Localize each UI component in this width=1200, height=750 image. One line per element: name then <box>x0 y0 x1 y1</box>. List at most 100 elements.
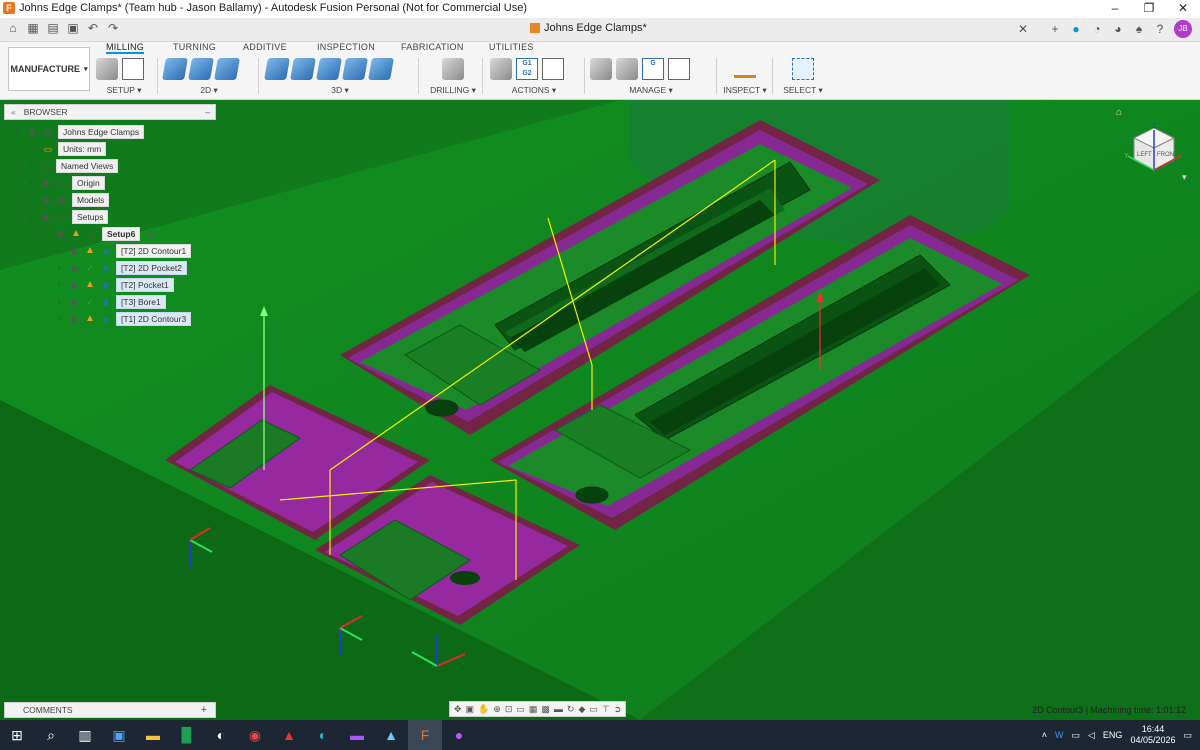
language-indicator[interactable]: ENG <box>1103 730 1123 740</box>
steep-shallow-icon[interactable] <box>316 58 342 80</box>
nc-program-icon[interactable] <box>122 58 144 80</box>
collapse-panel-icon[interactable]: « <box>11 107 16 117</box>
store-icon[interactable]: ▣ <box>102 720 136 750</box>
undo-icon[interactable]: ↶ <box>86 21 100 35</box>
tab-fabrication[interactable]: FABRICATION <box>401 42 464 52</box>
face-icon[interactable] <box>214 58 240 80</box>
contour-icon[interactable] <box>368 58 394 80</box>
eye-icon[interactable]: ◉ <box>68 262 80 274</box>
3d-viewport[interactable] <box>0 100 1200 720</box>
active-setup-icon[interactable]: ⊙ <box>144 228 156 240</box>
2d-pocket-icon[interactable] <box>188 58 214 80</box>
comments-panel[interactable]: COMMENTS + <box>4 702 216 718</box>
chevron-right-icon[interactable]: › <box>54 280 64 289</box>
tab-inspection[interactable]: INSPECTION <box>317 42 375 52</box>
tree-item-named-views[interactable]: › ▭ Named Views <box>26 158 119 173</box>
template-library-icon[interactable] <box>668 58 690 80</box>
tree-item-root[interactable]: ⌄ ◉ ▤ Johns Edge Clamps <box>12 124 145 139</box>
fusion-taskbar-icon[interactable]: F <box>408 720 442 750</box>
grid-icon[interactable]: ▦ <box>529 704 538 715</box>
acrobat-icon[interactable]: ▲ <box>272 720 306 750</box>
eye-icon[interactable]: ◉ <box>26 126 38 138</box>
new-tab-icon[interactable]: + <box>1048 22 1062 36</box>
filter-icon[interactable]: ⊤ <box>602 704 610 715</box>
tool-library-icon[interactable] <box>590 58 612 80</box>
workspace-switcher[interactable]: MANUFACTURE ▾ <box>8 47 90 91</box>
search-icon[interactable]: ⌕ <box>34 720 68 750</box>
tree-item-models[interactable]: › ◉ ▦ Models <box>26 192 110 207</box>
network-icon[interactable]: ▭ <box>1071 730 1080 741</box>
setup-sheet-icon[interactable] <box>542 58 564 80</box>
minimize-panel-icon[interactable]: – <box>205 107 210 117</box>
windows-start-icon[interactable]: ⊞ <box>0 720 34 750</box>
eye-icon[interactable]: ◉ <box>54 228 66 240</box>
scallop-icon[interactable] <box>342 58 368 80</box>
help-icon[interactable]: ? <box>1153 22 1167 36</box>
clock[interactable]: 16:44 04/05/2026 <box>1130 724 1175 746</box>
notifications-icon[interactable]: ▭ <box>1183 730 1192 741</box>
close-button[interactable]: ✕ <box>1166 0 1200 16</box>
simulate-icon[interactable] <box>490 58 512 80</box>
eye-icon[interactable]: ◉ <box>40 194 52 206</box>
paint-icon[interactable]: ● <box>442 720 476 750</box>
toolpath-display-icon[interactable]: ▭ <box>589 704 598 715</box>
look-at-icon[interactable]: ▣ <box>466 704 475 715</box>
excel-icon[interactable]: ▉ <box>170 720 204 750</box>
tab-turning[interactable]: TURNING <box>173 42 216 52</box>
tree-item-setups[interactable]: ⌄ ◉ ▭ Setups <box>26 209 109 224</box>
maximize-button[interactable]: ❐ <box>1132 0 1166 16</box>
2d-adaptive-icon[interactable] <box>162 58 188 80</box>
chevron-down-icon[interactable]: ⌄ <box>40 229 50 238</box>
chevron-down-icon[interactable]: ⌄ <box>26 212 36 221</box>
chevron-right-icon[interactable]: › <box>54 246 64 255</box>
tree-item-operation[interactable]: › ◉ ✓ ◈ [T2] 2D Pocket2 <box>54 260 187 275</box>
document-tab[interactable]: Johns Edge Clamps* <box>530 22 647 34</box>
chevron-right-icon[interactable]: › <box>26 178 36 187</box>
model-display-icon[interactable]: ◆ <box>578 704 585 715</box>
home-icon[interactable]: ⌂ <box>6 21 20 35</box>
add-comment-icon[interactable]: + <box>201 704 207 716</box>
orbit-icon[interactable]: ✥ <box>454 704 462 715</box>
chrome-icon[interactable]: ◉ <box>238 720 272 750</box>
chevron-right-icon[interactable]: › <box>54 297 64 306</box>
autodesk-icon[interactable]: ▲ <box>374 720 408 750</box>
inspect-group-label[interactable]: INSPECT ▾ <box>722 85 768 96</box>
file-explorer-icon[interactable]: ▬ <box>136 720 170 750</box>
3d-adaptive-icon[interactable] <box>264 58 290 80</box>
refresh-icon[interactable]: ↻ <box>567 704 575 715</box>
manage-group-label[interactable]: MANAGE ▾ <box>590 85 712 96</box>
actions-group-label[interactable]: ACTIONS ▾ <box>490 85 578 96</box>
zoom-icon[interactable]: ⊕ <box>493 704 501 715</box>
extensions-icon[interactable]: ● <box>1069 22 1083 36</box>
drilling-group-label[interactable]: DRILLING ▾ <box>428 85 478 96</box>
measure-icon[interactable] <box>734 66 756 78</box>
eye-icon[interactable]: ◉ <box>68 296 80 308</box>
select-icon[interactable] <box>792 58 814 80</box>
fit-icon[interactable]: ⊡ <box>505 704 513 715</box>
2d-group-label[interactable]: 2D ▾ <box>164 85 254 96</box>
eye-icon[interactable]: ◉ <box>68 245 80 257</box>
stock-icon[interactable]: ▬ <box>554 704 563 714</box>
chevron-down-icon[interactable]: ⌄ <box>12 127 22 136</box>
edge-icon[interactable]: ◐ <box>306 720 340 750</box>
volume-icon[interactable]: ◁ <box>1088 730 1095 741</box>
select-group-label[interactable]: SELECT ▾ <box>780 85 826 96</box>
media-icon[interactable]: ▬ <box>340 720 374 750</box>
pan-icon[interactable]: ✋ <box>478 704 489 715</box>
job-status-icon[interactable]: ◔ <box>1090 22 1104 36</box>
avatar[interactable]: JB <box>1174 20 1192 38</box>
post-process-icon[interactable]: G1 G2 <box>516 58 538 80</box>
setup-icon[interactable] <box>96 58 118 80</box>
chevron-right-icon[interactable]: › <box>54 263 64 272</box>
machine-library-icon[interactable] <box>616 58 638 80</box>
save-icon[interactable]: ▣ <box>66 21 80 35</box>
tree-item-operation[interactable]: › ◉ ▲ ◈ [T2] 2D Contour1 <box>54 243 192 258</box>
eye-icon[interactable]: ◉ <box>68 279 80 291</box>
3d-pocket-icon[interactable] <box>290 58 316 80</box>
minimize-button[interactable]: – <box>1098 0 1132 16</box>
tree-item-operation[interactable]: › ◉ ▲ ◉ [T2] Pocket1 <box>54 277 174 292</box>
tab-additive[interactable]: ADDITIVE <box>243 42 287 52</box>
home-view-icon[interactable]: ⌂ <box>1116 107 1122 118</box>
viewports-icon[interactable]: ▩ <box>541 704 550 715</box>
tree-item-origin[interactable]: › ◉ ▭ Origin <box>26 175 105 190</box>
